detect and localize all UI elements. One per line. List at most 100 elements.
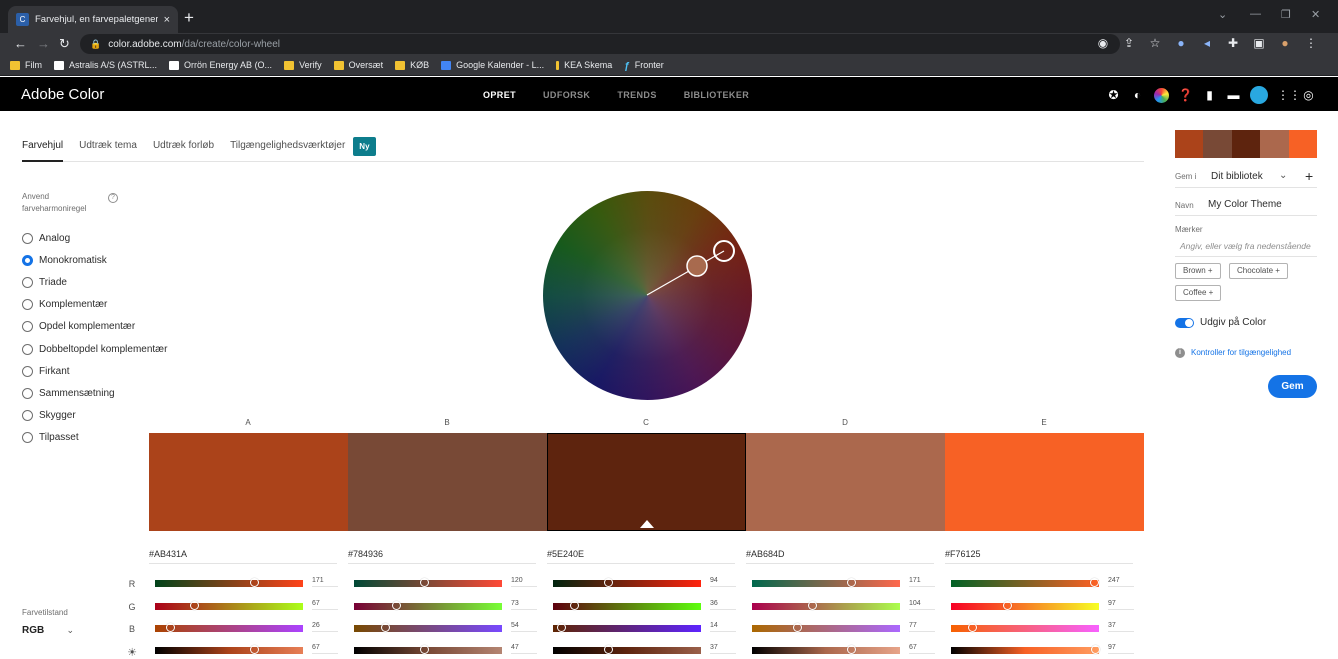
tab-farvehjul[interactable]: Farvehjul [22,137,64,162]
accessibility-link[interactable]: Kontroller for tilgængelighed [1191,348,1291,357]
publish-toggle[interactable] [1175,318,1194,328]
harmony-option-analog[interactable]: Analog [22,227,167,249]
back-icon[interactable]: ← [14,36,27,51]
swatch-e[interactable] [945,433,1144,531]
close-window-icon[interactable]: ✕ [1311,8,1320,21]
slider-green-d[interactable] [752,601,900,610]
value-brightness-a[interactable]: 67 [312,644,338,654]
color-wheel[interactable] [543,191,752,400]
value-green-e[interactable]: 97 [1108,600,1134,610]
bookmark-icon[interactable]: ▮ [1202,88,1217,103]
slider-knob[interactable] [1003,601,1013,610]
value-brightness-d[interactable]: 67 [909,644,935,654]
slider-blue-b[interactable] [354,623,502,632]
help-icon[interactable]: ❓ [1178,88,1193,103]
bookmark-fronter[interactable]: ƒ Fronter [624,60,664,72]
star-icon[interactable]: ☆ [1148,36,1162,50]
tab-udtraek-tema[interactable]: Udtræk tema [79,137,137,162]
reload-icon[interactable]: ↻ [59,36,70,52]
hex-input-c[interactable]: #5E240E [547,549,735,564]
slider-red-e[interactable] [951,578,1100,587]
slider-blue-a[interactable] [155,623,303,632]
bookmark-kea-skema[interactable]: KEA Skema [556,60,612,70]
slider-brightness-a[interactable] [155,645,303,654]
slider-green-b[interactable] [354,601,502,610]
nav-opret[interactable]: OPRET [483,90,516,100]
value-red-c[interactable]: 94 [710,577,736,587]
menu-icon[interactable]: ⋮ [1304,36,1318,50]
harmony-option-skygger[interactable]: Skygger [22,405,167,427]
tag-brown[interactable]: Brown + [1175,263,1221,279]
value-green-b[interactable]: 73 [511,600,537,610]
value-green-a[interactable]: 67 [312,600,338,610]
harmony-option-opdel-komplementaer[interactable]: Opdel komplementær [22,316,167,338]
add-library-icon[interactable]: + [1305,168,1313,184]
color-wheel-icon[interactable] [1154,87,1169,103]
value-red-a[interactable]: 171 [312,577,338,587]
hex-input-a[interactable]: #AB431A [149,549,337,564]
bookmark-orron[interactable]: Orrön Energy AB (O... [169,60,272,70]
app-title[interactable]: Adobe Color [21,86,104,103]
contrast-icon[interactable]: ◐ [1130,88,1145,103]
slider-knob[interactable] [603,578,613,587]
value-brightness-b[interactable]: 47 [511,644,537,654]
slider-knob[interactable] [250,578,260,587]
tab-search-icon[interactable]: ⌄ [1218,8,1227,21]
tag-chocolate[interactable]: Chocolate + [1229,263,1288,279]
hex-input-b[interactable]: #784936 [348,549,536,564]
slider-knob[interactable] [419,645,429,654]
wheel-handle-secondary[interactable] [686,255,708,277]
library-select[interactable]: Dit bibliotek [1211,171,1263,182]
browser-tab[interactable]: C Farvehjul, en farvepaletgenerator × [8,6,178,33]
minimize-icon[interactable]: — [1250,8,1261,20]
value-green-c[interactable]: 36 [710,600,736,610]
slider-knob[interactable] [847,645,857,654]
slider-knob[interactable] [392,601,402,610]
google-icon[interactable]: ◉ [1096,36,1110,50]
value-green-d[interactable]: 104 [909,600,935,610]
slider-green-a[interactable] [155,601,303,610]
nav-trends[interactable]: TRENDS [617,90,656,100]
slider-red-d[interactable] [752,578,900,587]
puzzle-icon[interactable]: ✚ [1226,36,1240,50]
bookmark-oversaet[interactable]: Oversæt [333,60,383,70]
harmony-option-komplementaer[interactable]: Komplementær [22,294,167,316]
tab-close-icon[interactable]: × [164,14,170,26]
hex-input-e[interactable]: #F76125 [945,549,1133,564]
swatch-a[interactable] [149,433,348,531]
value-red-b[interactable]: 120 [511,577,537,587]
color-mode-select[interactable]: RGB ⌄ [22,625,74,636]
slider-knob[interactable] [1090,645,1100,654]
slider-knob[interactable] [189,601,199,610]
settings-icon[interactable]: ✪ [1106,88,1121,103]
hex-input-d[interactable]: #AB684D [746,549,934,564]
value-blue-e[interactable]: 37 [1108,622,1134,632]
new-tab-button[interactable]: + [184,8,194,28]
slider-brightness-d[interactable] [752,645,900,654]
swatch-c[interactable] [547,433,746,531]
profile-avatar-icon[interactable]: ● [1278,36,1292,50]
value-blue-a[interactable]: 26 [312,622,338,632]
bookmark-film[interactable]: Film [10,60,42,70]
harmony-option-dobbeltopdel[interactable]: Dobbeltopdel komplementær [22,338,167,360]
slider-green-c[interactable] [553,601,701,610]
slider-knob[interactable] [250,645,260,654]
bookmark-astralis[interactable]: Astralis A/S (ASTRL... [54,60,157,70]
tab-tilgaengelighed[interactable]: Tilgængelighedsværktøjer [230,137,345,162]
slider-blue-d[interactable] [752,623,900,632]
help-icon[interactable]: ? [108,193,118,203]
url-field[interactable]: 🔒 color.adobe.com/da/create/color-wheel [80,34,1120,54]
value-blue-c[interactable]: 14 [710,622,736,632]
bookmark-kob[interactable]: KØB [395,60,429,70]
forward-icon[interactable]: → [37,36,50,51]
value-red-d[interactable]: 171 [909,577,935,587]
tags-input[interactable]: Angiv, eller vælg fra nedenstående [1180,241,1311,251]
theme-name-input[interactable]: My Color Theme [1208,199,1282,210]
harmony-option-firkant[interactable]: Firkant [22,360,167,382]
value-brightness-e[interactable]: 97 [1108,644,1134,654]
extension-sound-icon[interactable]: ◂ [1200,36,1214,50]
harmony-option-tilpasset[interactable]: Tilpasset [22,427,167,449]
slider-knob[interactable] [847,578,857,587]
swatch-b[interactable] [348,433,547,531]
value-red-e[interactable]: 247 [1108,577,1134,587]
